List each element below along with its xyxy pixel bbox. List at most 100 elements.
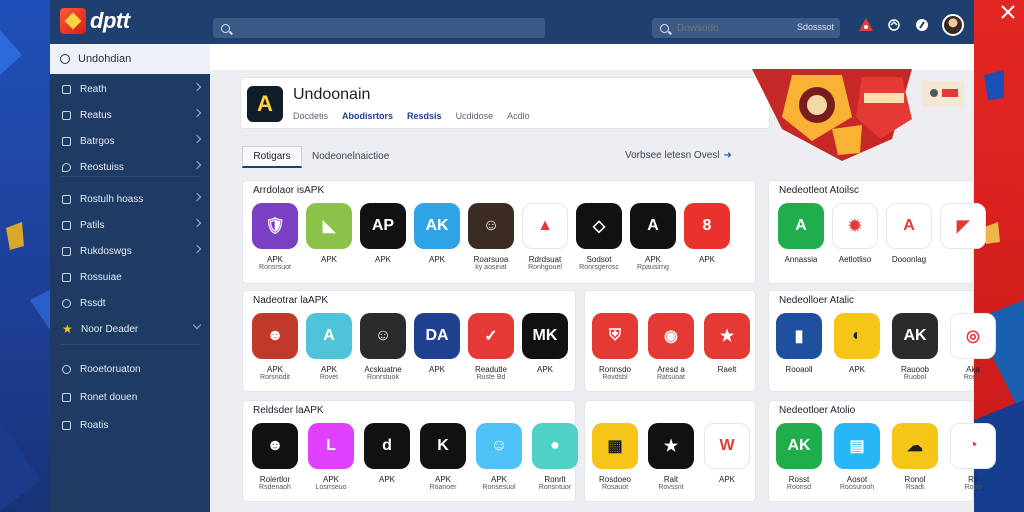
doc-icon xyxy=(62,136,71,146)
gear-icon xyxy=(62,364,71,374)
app-tile[interactable]: DA APK xyxy=(413,313,461,374)
app-tile[interactable]: ☁ Ronol Rsadt xyxy=(891,423,939,491)
doc-icon xyxy=(62,220,71,230)
section-title: Reldsder laAPK xyxy=(253,405,324,416)
app-icon: ◔ xyxy=(950,423,996,469)
app-tile[interactable]: W APK xyxy=(703,423,751,484)
sidebar-item[interactable]: Reostuiss xyxy=(50,156,210,178)
app-tile[interactable]: ◔ Rs Rooo xyxy=(949,423,997,491)
sidebar-item[interactable]: Ronet douen xyxy=(50,386,210,408)
app-tile[interactable]: L APK Losrrseuo xyxy=(307,423,355,491)
sidebar-item[interactable]: Rukdoswgs xyxy=(50,240,210,262)
filter-label[interactable]: Nodeonelnaictioe xyxy=(312,151,389,162)
app-tile[interactable]: ★ Raelt xyxy=(703,313,751,374)
promo-banner[interactable] xyxy=(752,69,974,161)
app-tile[interactable]: ◇ Sodsot Ronrsgerosc xyxy=(575,203,623,271)
main-search-input[interactable] xyxy=(238,22,528,34)
sidebar-item[interactable]: Rssdt xyxy=(50,292,210,314)
app-tile-label: Rosst xyxy=(788,475,810,484)
app-tile[interactable]: ✓ Readutle Ruste Bd xyxy=(467,313,515,381)
bell-icon[interactable] xyxy=(858,17,874,33)
chevron-right-icon[interactable] xyxy=(192,160,202,170)
chevron-right-icon[interactable] xyxy=(192,108,202,118)
tab-acdlo[interactable]: Acdlo xyxy=(507,111,530,121)
app-icon-glyph: A xyxy=(323,327,335,344)
sidebar-item[interactable]: Reatus xyxy=(50,104,210,126)
app-tile[interactable]: ▦ Rosdoeo Rosauot xyxy=(591,423,639,491)
app-tile[interactable]: ▮ Rooaoll xyxy=(775,313,823,374)
app-tile[interactable]: A Annassia xyxy=(777,203,825,264)
app-icon: ▤ xyxy=(834,423,880,469)
sidebar-item[interactable]: Patils xyxy=(50,214,210,236)
app-tile[interactable]: ◐ APK xyxy=(833,313,881,374)
sidebar-item[interactable]: Rostulh hoass xyxy=(50,188,210,210)
chevron-down-icon[interactable] xyxy=(192,320,202,330)
app-tile[interactable]: A APK Rovet xyxy=(305,313,353,381)
app-tile[interactable]: 8 APK xyxy=(683,203,731,264)
sidebar-item[interactable]: Rossuiae xyxy=(50,266,210,288)
app-tile[interactable]: AP APK xyxy=(359,203,407,264)
secondary-search-bar[interactable]: Sdosssot xyxy=(652,18,840,38)
filter-right-link[interactable]: Vorbsee letesn Ovesl ➜ xyxy=(625,150,732,161)
app-tile[interactable]: ☻ APK Rorsnodit xyxy=(251,313,299,381)
app-tile[interactable]: 🛡 APK Ronsrsuot xyxy=(251,203,299,271)
tab-docdetis[interactable]: Docdetis xyxy=(293,111,328,121)
app-tile[interactable]: MK APK xyxy=(521,313,569,374)
secondary-search-input[interactable] xyxy=(677,22,777,34)
app-tile[interactable]: ☺ APK Ronsesuol xyxy=(475,423,523,491)
app-icon-glyph: AK xyxy=(903,327,927,344)
app-icon: ◐ xyxy=(834,313,880,359)
sidebar-header[interactable]: Undohdian xyxy=(50,44,210,74)
app-tile[interactable]: ☻ Rolertlor Rsdenaoh xyxy=(251,423,299,491)
app-tile[interactable]: K APK Roanoer xyxy=(419,423,467,491)
main-search-bar[interactable] xyxy=(213,18,545,38)
app-tile-label: Rauoob xyxy=(900,365,930,374)
chevron-right-icon[interactable] xyxy=(192,134,202,144)
user-avatar[interactable] xyxy=(942,14,964,36)
notification-icon[interactable] xyxy=(886,17,902,33)
section-title: Arrdolaor isAPK xyxy=(253,185,325,196)
settings-icon[interactable] xyxy=(914,17,930,33)
app-tile[interactable]: AK Rosst Roonsd xyxy=(775,423,823,491)
sidebar-item[interactable]: Batrgos xyxy=(50,130,210,152)
app-tile[interactable]: ▲ Rdrdsuat Ronhgouel xyxy=(521,203,569,271)
sidebar-item[interactable]: ★ Noor Deader xyxy=(50,318,210,340)
app-tile[interactable]: AK Rauoob Ruobol xyxy=(891,313,939,381)
chevron-right-icon[interactable] xyxy=(192,244,202,254)
app-tile-sublabel: ky aosinat xyxy=(475,264,507,271)
app-tile-sublabel: Rosdt xyxy=(963,374,983,381)
app-tile[interactable]: ◣ APK xyxy=(305,203,353,264)
app-tile[interactable]: ◎ Aka Rosdt xyxy=(949,313,997,381)
sidebar-item[interactable]: Roatis xyxy=(50,414,210,436)
app-tile-sublabel: Rsdenaoh xyxy=(259,484,291,491)
brand-logo[interactable]: dptt xyxy=(60,8,130,34)
sidebar-item[interactable]: Reath xyxy=(50,78,210,100)
app-tile[interactable]: ● Ronrlt Ronsntuor xyxy=(531,423,579,491)
app-tile[interactable]: ★ Ralt Rovssnt xyxy=(647,423,695,491)
chevron-right-icon[interactable] xyxy=(192,218,202,228)
app-tile[interactable]: A APK Rpausirng xyxy=(629,203,677,271)
tab-resdsis[interactable]: Resdsis xyxy=(407,111,442,121)
app-tile[interactable]: d APK xyxy=(363,423,411,484)
app-tile[interactable]: A Dooonlag xyxy=(885,203,933,264)
app-icon-glyph: 8 xyxy=(702,217,712,234)
app-icon: 8 xyxy=(684,203,730,249)
app-tile[interactable]: ◉ Aresd a Ratsuoat xyxy=(647,313,695,381)
app-tile-sublabel: Ronhgouel xyxy=(528,264,562,271)
app-tile[interactable]: AK APK xyxy=(413,203,461,264)
app-icon: ★ xyxy=(704,313,750,359)
app-tile[interactable]: ⛨ Ronnsdo Rovdsbl xyxy=(591,313,639,381)
section-title: Nedeotloer Atolio xyxy=(779,405,856,416)
tab-abodisrtors[interactable]: Abodisrtors xyxy=(342,111,393,121)
app-tile[interactable]: ☺ Acskuatne Ronrstuok xyxy=(359,313,407,381)
app-tile[interactable]: ✹ Aetlotliso xyxy=(831,203,879,264)
app-tile-label: Roarsuoa xyxy=(473,255,509,264)
app-tile[interactable]: ◤ xyxy=(939,203,987,255)
chevron-right-icon[interactable] xyxy=(192,192,202,202)
tab-ucdidose[interactable]: Ucdidose xyxy=(456,111,494,121)
filter-pill-active[interactable]: Rotigars xyxy=(242,146,302,168)
sidebar-item[interactable]: Rooetoruaton xyxy=(50,358,210,380)
chevron-right-icon[interactable] xyxy=(192,82,202,92)
app-tile[interactable]: ▤ Aosot Roosurooh xyxy=(833,423,881,491)
app-tile[interactable]: ☺ Roarsuoa ky aosinat xyxy=(467,203,515,271)
